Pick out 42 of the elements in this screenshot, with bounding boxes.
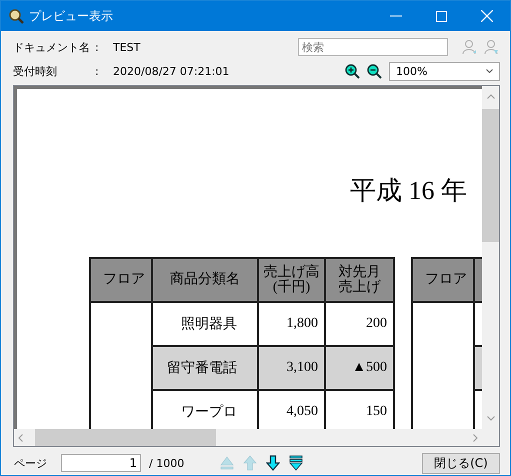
column-header: 商品分類名	[152, 258, 258, 302]
info-label: 受付時刻	[13, 64, 58, 78]
table-cell: ▲500	[325, 346, 394, 390]
info-value: 2020/08/27 07:21:01	[113, 64, 230, 78]
chevron-down-icon	[486, 69, 493, 73]
zoom-dropdown[interactable]: 100%	[389, 62, 500, 80]
maximize-icon[interactable]	[436, 10, 447, 22]
table-cell: 200	[325, 302, 394, 346]
table-cell: 150	[325, 390, 394, 429]
document-title: 平成 16 年	[349, 175, 468, 205]
magnifier-icon	[8, 8, 24, 24]
column-header: フロア	[90, 258, 152, 302]
column-header: 売上げ高(千円)	[258, 258, 325, 302]
table-cell: 留守番電話	[152, 346, 258, 390]
scroll-thumb[interactable]	[35, 429, 216, 446]
arrow-down-icon[interactable]	[266, 455, 280, 471]
chevron-down-icon[interactable]	[486, 416, 494, 421]
info-label: ドキュメント名	[13, 40, 91, 54]
column-header: フロア	[412, 258, 474, 302]
info-value: TEST	[113, 40, 142, 54]
table-cell: ワープロ	[152, 390, 258, 429]
table-cell: 照明器具	[152, 302, 258, 346]
zoom-out-icon[interactable]	[367, 64, 382, 78]
table-cell: 4,050	[258, 390, 325, 429]
scroll-thumb[interactable]	[482, 109, 499, 242]
column-header: 対先月売上げ	[325, 258, 394, 302]
table-cell: 3,100	[258, 346, 325, 390]
chevron-right-icon[interactable]	[473, 434, 478, 442]
info-separator: :	[95, 64, 100, 78]
chevron-left-icon[interactable]	[18, 434, 23, 442]
page-number-field[interactable]: 1	[61, 454, 141, 472]
chevron-up-icon[interactable]	[486, 94, 494, 99]
page-total: / 1000	[149, 456, 184, 470]
search-field[interactable]: 検索	[298, 38, 448, 56]
info-separator: :	[95, 40, 100, 54]
close-button[interactable]: 閉じる(C)	[422, 452, 500, 474]
close-icon[interactable]	[481, 10, 493, 22]
table-cell: 1,800	[258, 302, 325, 346]
window-title: プレビュー表示	[29, 8, 113, 24]
last-page-icon[interactable]	[289, 455, 304, 471]
zoom-in-icon[interactable]	[345, 64, 360, 78]
page-label: ページ	[14, 456, 47, 470]
